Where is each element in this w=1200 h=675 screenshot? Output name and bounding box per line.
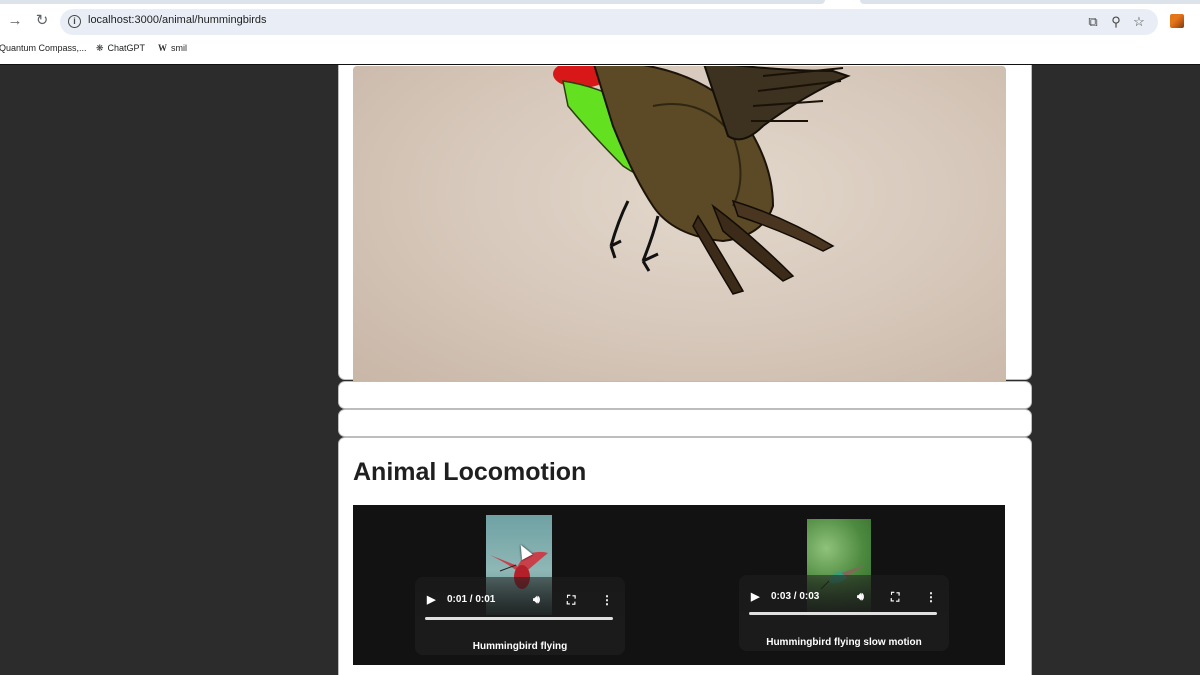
video-time: 0:01 / 0:01 [447,594,496,605]
wikipedia-icon: W [158,43,167,53]
site-info-icon[interactable]: i [68,15,81,28]
bookmark-quantum-compass[interactable]: Quantum Compass,... [0,43,87,53]
volume-icon[interactable]: 🔊︎ [533,593,540,607]
empty-card [338,381,1032,409]
address-bar[interactable]: i localhost:3000/animal/hummingbirds ⧉ ⚲… [60,9,1158,35]
chatgpt-icon: ❋ [96,43,104,53]
metamask-extension-icon[interactable] [1170,14,1184,28]
browser-toolbar: → ↻ i localhost:3000/animal/hummingbirds… [0,5,1200,39]
video-player[interactable]: ▶ 0:01 / 0:01 🔊︎ ⛶ ⋮ Hummingbird flying [415,515,625,655]
tab-strip-right [860,0,1200,4]
fullscreen-icon[interactable]: ⛶ [891,590,899,604]
video-progress-bar[interactable] [749,612,937,615]
section-title: Animal Locomotion [353,458,587,486]
page-viewport[interactable]: Animal Locomotion ▶ 0:01 / 0:01 🔊︎ ⛶ ⋮ H… [0,64,1200,675]
locomotion-card: Animal Locomotion ▶ 0:01 / 0:01 🔊︎ ⛶ ⋮ H… [338,437,1032,675]
video-player[interactable]: ▶ 0:03 / 0:03 🔊︎ ⛶ ⋮ Hummingbird flying … [739,519,949,651]
fullscreen-icon[interactable]: ⛶ [567,593,575,607]
more-options-icon[interactable]: ⋮ [601,593,613,607]
video-caption: Hummingbird flying [472,641,568,652]
tab-strip-left [0,0,825,4]
video-controls: ▶ 0:01 / 0:01 🔊︎ ⛶ ⋮ Hummingbird flying [415,577,625,655]
zoom-icon[interactable]: ⚲ [1108,14,1124,30]
content-column: Animal Locomotion ▶ 0:01 / 0:01 🔊︎ ⛶ ⋮ H… [338,65,1032,675]
video-caption: Hummingbird flying slow motion [766,637,922,648]
hummingbird-image-card [338,65,1032,387]
play-icon[interactable]: ▶ [751,590,759,604]
video-time: 0:03 / 0:03 [771,591,820,602]
reload-icon[interactable]: ↻ [31,10,53,32]
bookmark-smil[interactable]: Wsmil [158,43,187,53]
install-app-icon[interactable]: ⧉ [1085,14,1101,30]
video-progress-bar[interactable] [425,617,613,620]
play-icon[interactable]: ▶ [427,593,435,607]
bookmark-star-icon[interactable]: ☆ [1131,14,1147,30]
volume-icon[interactable]: 🔊︎ [857,590,864,604]
more-options-icon[interactable]: ⋮ [925,590,937,604]
hummingbird-painting [353,66,1006,387]
video-controls: ▶ 0:03 / 0:03 🔊︎ ⛶ ⋮ Hummingbird flying … [739,575,949,651]
hummingbird-illustration [553,66,851,295]
url-text[interactable]: localhost:3000/animal/hummingbirds [88,14,267,26]
bookmark-chatgpt[interactable]: ❋ ChatGPT [96,43,145,54]
empty-card [338,409,1032,437]
video-gallery: ▶ 0:01 / 0:01 🔊︎ ⛶ ⋮ Hummingbird flying [353,505,1005,665]
forward-icon[interactable]: → [4,10,26,32]
bookmarks-bar: Quantum Compass,... ❋ ChatGPT Wsmil [0,39,1200,59]
